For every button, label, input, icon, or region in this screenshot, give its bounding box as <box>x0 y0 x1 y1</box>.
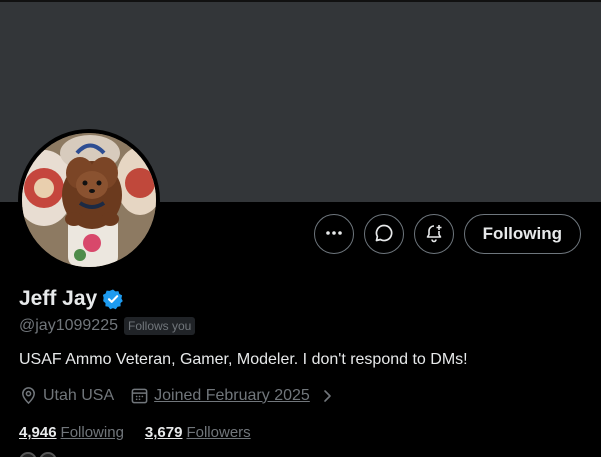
display-name: Jeff Jay <box>19 287 98 310</box>
handle-row: @jay1099225 Follows you <box>19 317 196 335</box>
followers-stat-link[interactable]: 3,679 Followers <box>145 424 251 441</box>
mini-avatar <box>39 452 57 457</box>
notify-button[interactable] <box>413 214 454 254</box>
message-bubble-icon <box>374 223 394 246</box>
more-dots-icon <box>324 223 344 246</box>
verified-badge-icon[interactable] <box>102 288 124 310</box>
mini-avatar <box>19 452 37 457</box>
message-button[interactable] <box>363 214 404 254</box>
bell-plus-icon <box>424 223 444 246</box>
location-pin-icon <box>19 386 38 405</box>
profile-actions: Following <box>313 214 581 254</box>
profile-bio: USAF Ammo Veteran, Gamer, Modeler. I don… <box>19 351 468 368</box>
follows-you-badge: Follows you <box>123 317 196 335</box>
follow-stats: 4,946 Following 3,679 Followers <box>19 424 251 441</box>
location-text: Utah USA <box>43 386 115 404</box>
followers-count: 3,679 <box>144 424 183 441</box>
following-count: 4,946 <box>19 424 57 441</box>
name-row: Jeff Jay <box>19 287 124 311</box>
profile-meta: Utah USA Joined February 2025 <box>19 386 335 405</box>
followed-by-avatars[interactable] <box>19 452 65 457</box>
joined-date[interactable]: Joined February 2025 <box>154 387 310 405</box>
calendar-icon <box>130 386 149 405</box>
chevron-right-icon[interactable] <box>315 388 335 404</box>
following-label: Following <box>60 424 124 441</box>
following-stat-link[interactable]: 4,946 Following <box>19 424 124 441</box>
following-button[interactable]: Following <box>463 214 581 254</box>
user-handle: @jay1099225 <box>19 317 118 334</box>
avatar-image <box>22 133 156 267</box>
more-button[interactable] <box>313 214 354 254</box>
location-item: Utah USA <box>19 386 114 405</box>
joined-item[interactable]: Joined February 2025 <box>130 386 335 405</box>
avatar[interactable] <box>18 129 160 271</box>
followers-label: Followers <box>186 424 251 441</box>
